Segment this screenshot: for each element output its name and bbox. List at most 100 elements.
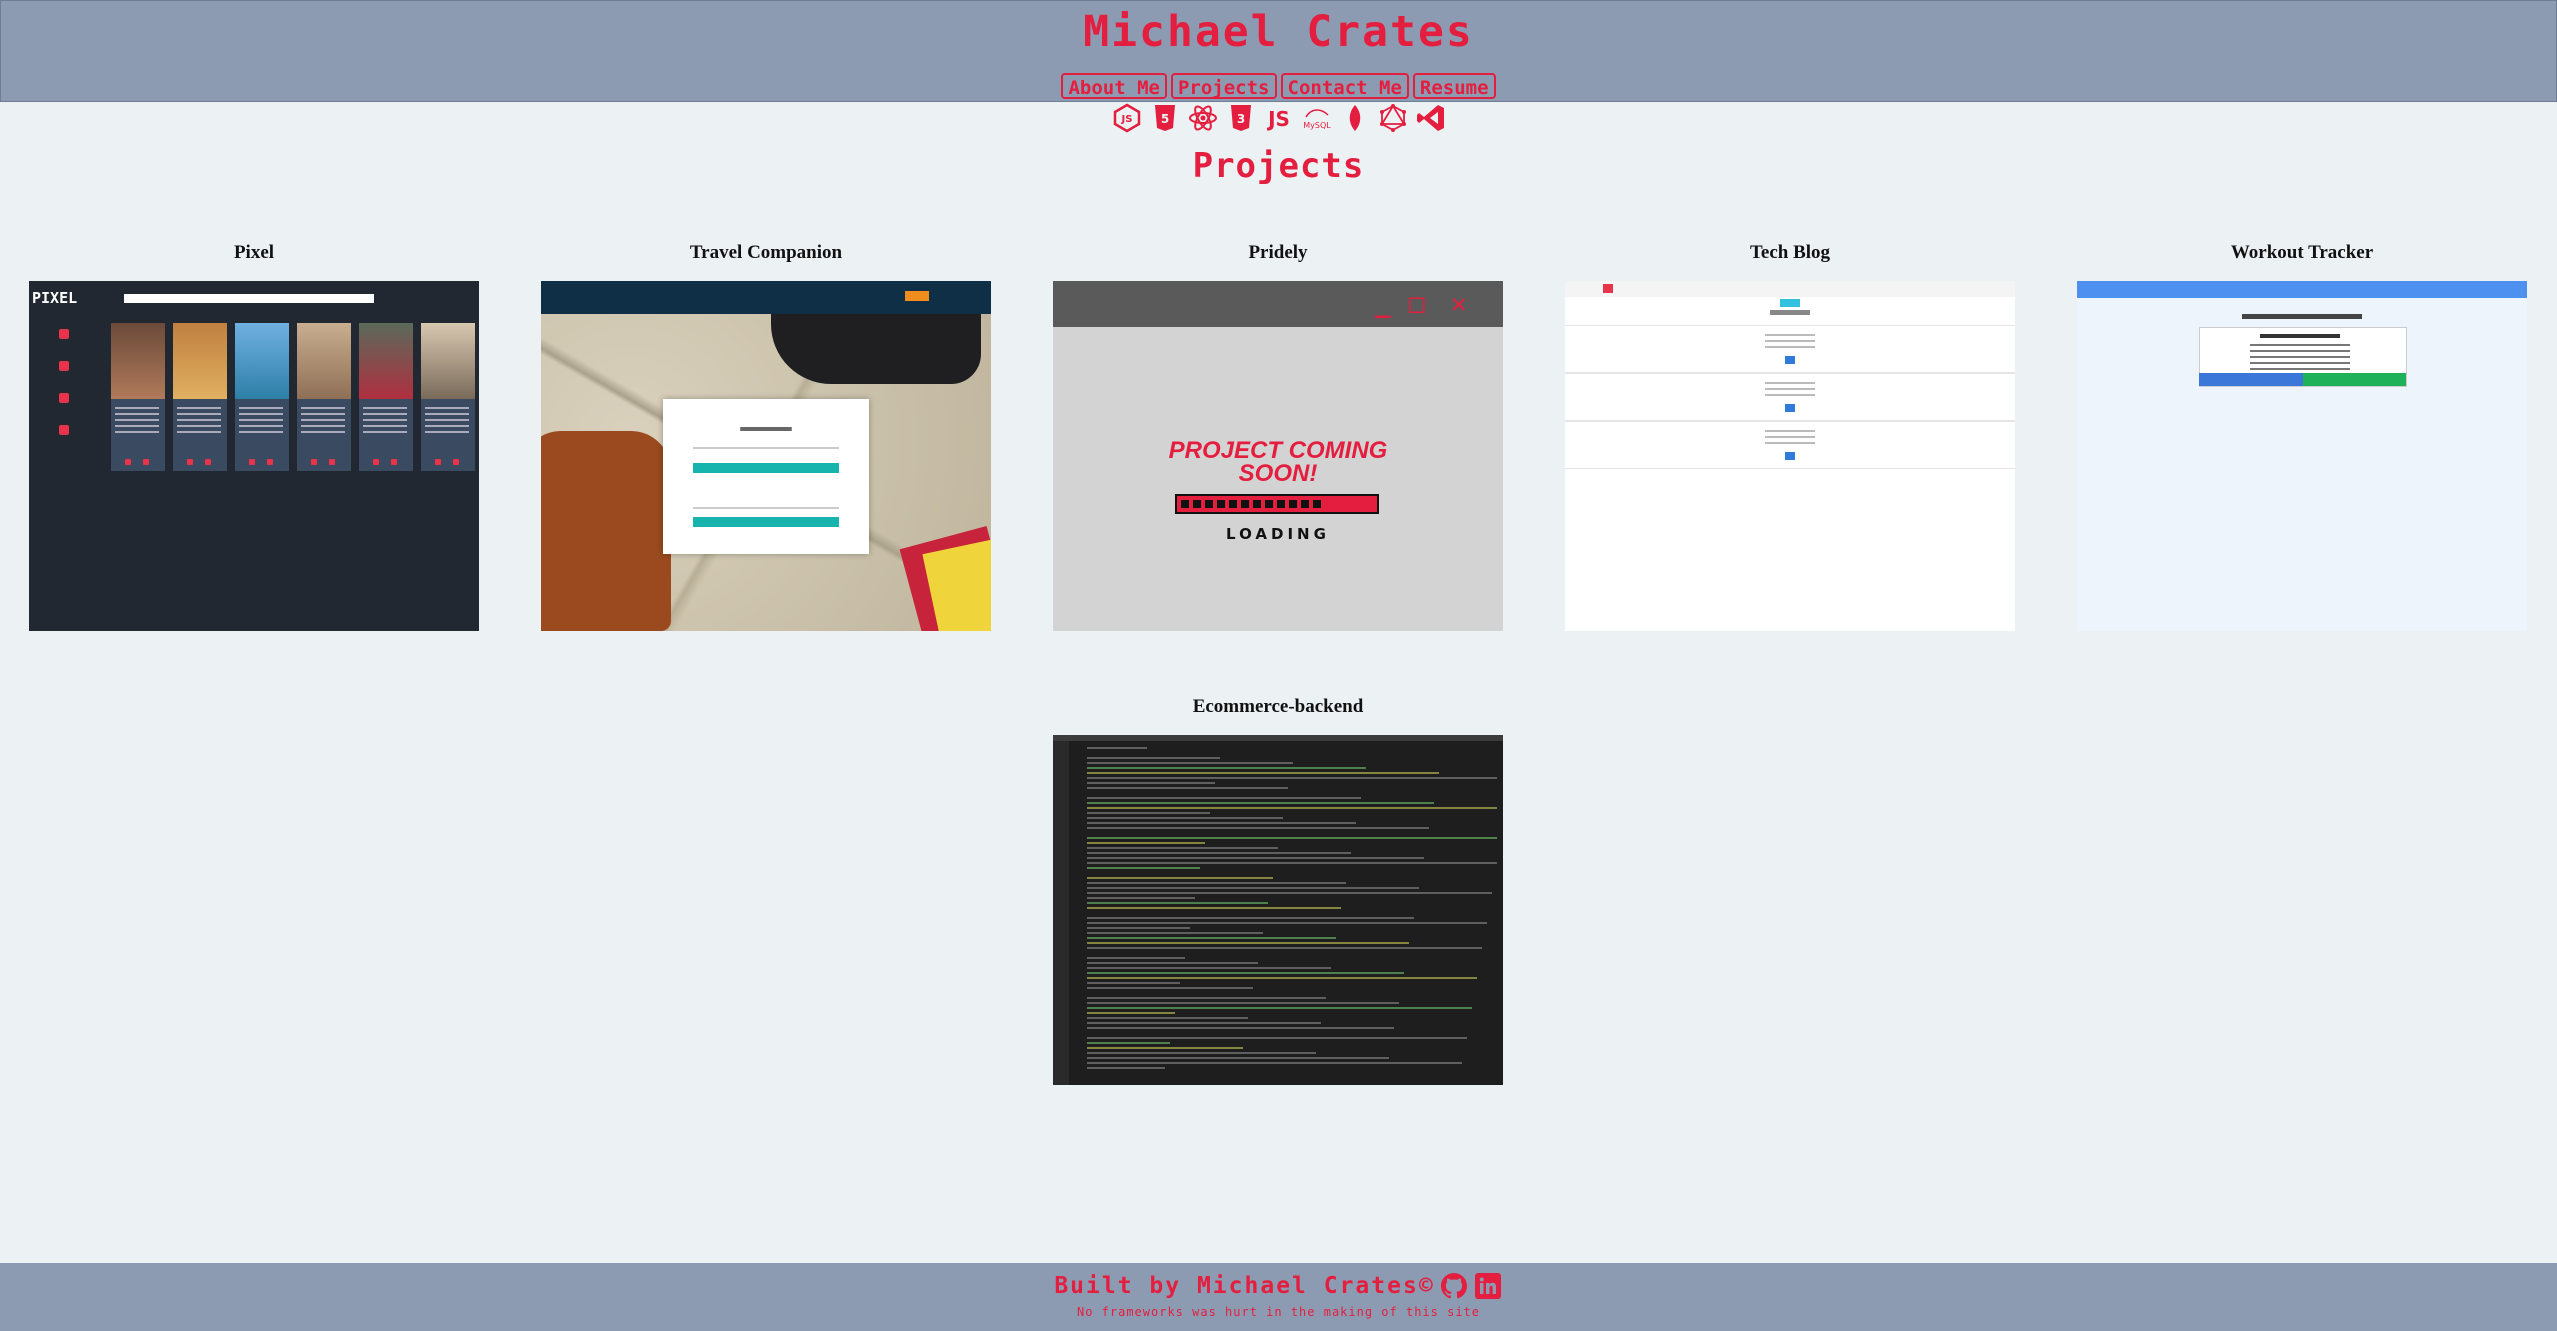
project-title: Travel Companion [689, 242, 843, 263]
github-icon[interactable] [1439, 1271, 1469, 1301]
mock-editor-tabs [1053, 735, 1503, 741]
terminal-line [1087, 787, 1288, 789]
coming-soon-line-2: SOON! [1238, 460, 1318, 487]
mock-continue-button [2199, 373, 2303, 386]
mock-profile-card [173, 323, 227, 471]
terminal-line [1087, 1012, 1175, 1014]
terminal-line [1087, 827, 1429, 829]
footer-row: Built by Michael Crates© [0, 1271, 2557, 1301]
terminal-line [1087, 837, 1497, 839]
terminal-line [1087, 902, 1268, 904]
mock-nav-icon [59, 361, 69, 371]
terminal-line [1087, 797, 1361, 799]
project-screenshot-pixel[interactable]: PIXEL [29, 281, 479, 631]
terminal-line [1087, 1002, 1399, 1004]
project-card-workout-tracker: Workout Tracker [2077, 238, 2527, 631]
project-card-travel-companion: Travel Companion [541, 238, 991, 631]
mock-navbar [1565, 281, 2015, 297]
project-card-pridely: Pridely _ □ ✕ PROJECT COMING SOON! LOADI… [1053, 238, 1503, 631]
mock-camera [771, 314, 981, 384]
terminal-line [1087, 1027, 1394, 1029]
terminal-line [1087, 967, 1331, 969]
mock-post [1565, 325, 2015, 373]
mock-profile-card [111, 323, 165, 471]
mock-login-modal [663, 399, 869, 554]
mock-profile-card [235, 323, 289, 471]
terminal-line [1087, 1067, 1165, 1069]
mock-profile-cards [111, 323, 475, 471]
nodejs-icon: JS [1110, 101, 1144, 135]
terminal-line [1087, 772, 1439, 774]
html5-icon: 5 [1148, 101, 1182, 135]
mock-backpack [541, 431, 671, 631]
terminal-line [1087, 932, 1263, 934]
terminal-line [1087, 947, 1482, 949]
terminal-line [1087, 852, 1351, 854]
nav-projects[interactable]: Projects [1170, 73, 1277, 99]
terminal-line [1087, 807, 1497, 809]
mock-heading [2242, 314, 2362, 319]
svg-text:5: 5 [1160, 112, 1168, 126]
coming-soon-text: PROJECT COMING SOON! [1053, 437, 1503, 487]
main-nav: About Me Projects Contact Me Resume [1, 73, 2556, 99]
terminal-line [1087, 977, 1477, 979]
terminal-line [1087, 1062, 1462, 1064]
site-title: Michael Crates [1083, 7, 1474, 57]
project-card-tech-blog: Tech Blog [1565, 238, 2015, 631]
nav-resume[interactable]: Resume [1412, 73, 1496, 99]
project-title: Pixel [233, 242, 275, 263]
terminal-line [1087, 802, 1434, 804]
footer-tagline: No frameworks was hurt in the making of … [1076, 1305, 1480, 1319]
mock-nav-icon [59, 393, 69, 403]
vscode-icon [1414, 101, 1448, 135]
terminal-line [1087, 962, 1258, 964]
terminal-line [1087, 1022, 1321, 1024]
terminal-line [1087, 857, 1424, 859]
terminal-line [1087, 1042, 1170, 1044]
terminal-line [1087, 882, 1346, 884]
terminal-line [1087, 997, 1326, 999]
terminal-line [1087, 897, 1195, 899]
minimize-icon: _ [1375, 289, 1391, 319]
terminal-line [1087, 1052, 1316, 1054]
loading-bar [1175, 494, 1379, 514]
footer-credit: Built by Michael Crates© [1054, 1273, 1435, 1299]
terminal-line [1087, 817, 1283, 819]
tech-stack-icons: JS 5 3 JS MySQL [0, 101, 2557, 135]
mock-file-explorer [1053, 741, 1069, 1085]
coming-soon-line-1: PROJECT COMING [1168, 437, 1388, 464]
javascript-icon: JS [1262, 101, 1296, 135]
terminal-line [1087, 927, 1190, 929]
pixel-logo: PIXEL [32, 289, 78, 307]
mock-profile-card [421, 323, 475, 471]
mock-post [1565, 373, 2015, 421]
terminal-line [1087, 767, 1366, 769]
terminal-line [1087, 942, 1409, 944]
project-title: Workout Tracker [2230, 242, 2374, 263]
linkedin-icon[interactable] [1473, 1271, 1503, 1301]
project-screenshot-ecommerce-backend[interactable] [1053, 735, 1503, 1085]
project-screenshot-tech-blog[interactable] [1565, 281, 2015, 631]
nav-about-me[interactable]: About Me [1061, 73, 1167, 99]
svg-text:3: 3 [1236, 112, 1244, 126]
project-screenshot-workout-tracker[interactable] [2077, 281, 2527, 631]
mysql-icon: MySQL [1300, 101, 1334, 135]
terminal-line [1087, 762, 1293, 764]
terminal-line [1087, 747, 1147, 749]
svg-text:JS: JS [1120, 114, 1132, 125]
css3-icon: 3 [1224, 101, 1258, 135]
terminal-line [1087, 867, 1200, 869]
mock-heading [1770, 310, 1810, 315]
nav-contact-me[interactable]: Contact Me [1280, 73, 1409, 99]
mock-nav-icon [59, 425, 69, 435]
terminal-line [1087, 1047, 1243, 1049]
site-footer: Built by Michael Crates© No frameworks w… [0, 1263, 2557, 1331]
mock-navbar [541, 281, 991, 314]
project-screenshot-pridely[interactable]: _ □ ✕ PROJECT COMING SOON! LOADING [1053, 281, 1503, 631]
terminal-line [1087, 1037, 1467, 1039]
graphql-icon [1376, 101, 1410, 135]
terminal-line [1087, 957, 1185, 959]
terminal-line [1087, 972, 1404, 974]
terminal-line [1087, 1007, 1472, 1009]
project-screenshot-travel-companion[interactable] [541, 281, 991, 631]
